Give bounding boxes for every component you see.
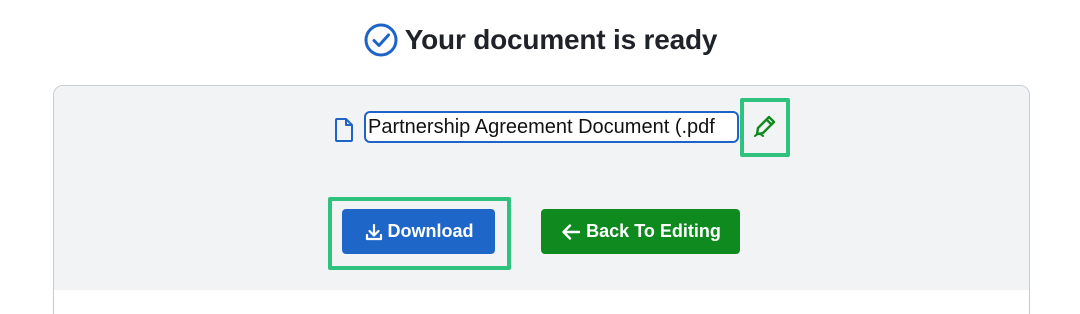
file-icon <box>333 117 355 143</box>
arrow-left-icon <box>560 222 582 242</box>
page: Your document is ready Partnership Agree… <box>0 0 1080 314</box>
page-title: Your document is ready <box>404 24 718 55</box>
filename-input[interactable]: Partnership Agreement Document (.pdf <box>364 111 739 143</box>
download-button[interactable]: Download <box>342 209 495 254</box>
document-card: Partnership Agreement Document (.pdf Dow… <box>53 85 1030 314</box>
back-to-editing-button[interactable]: Back To Editing <box>541 209 740 254</box>
header: Your document is ready <box>0 18 1080 62</box>
back-to-editing-label: Back To Editing <box>586 221 721 241</box>
check-circle-icon <box>363 22 399 58</box>
download-button-label: Download <box>387 221 474 241</box>
download-icon <box>364 222 384 242</box>
edit-pen-icon[interactable] <box>751 114 777 140</box>
